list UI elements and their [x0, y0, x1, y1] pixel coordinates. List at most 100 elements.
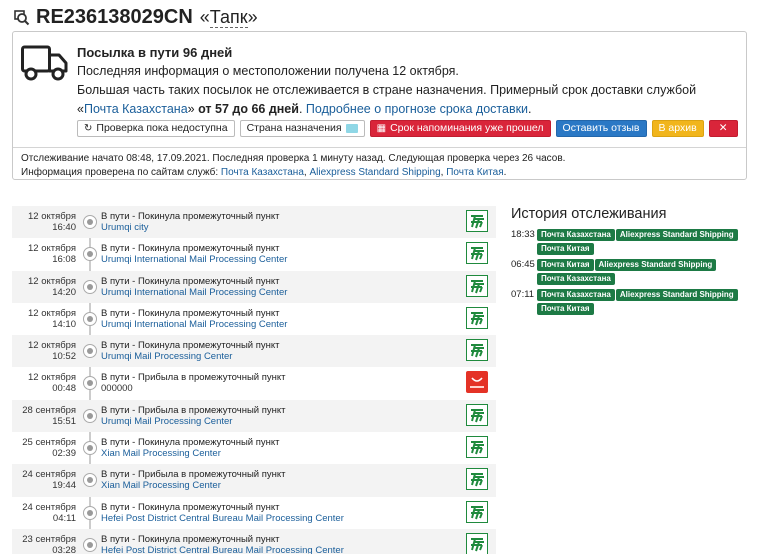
check-unavailable-button[interactable]: ↻ Проверка пока недоступна — [77, 120, 235, 137]
event-time: 04:11 — [52, 512, 76, 524]
timeline-node — [83, 376, 97, 391]
parcel-label[interactable]: «Тапк» — [200, 6, 258, 28]
event-date: 12 октября — [27, 340, 76, 352]
divider — [13, 147, 746, 148]
timeline-node — [83, 247, 97, 262]
event-description: В пути - Покинула промежуточный пункт Uru… — [101, 211, 461, 233]
event-location[interactable]: Hefei Post District Central Bureau Mail … — [101, 513, 461, 524]
event-location[interactable]: Xian Mail Processing Center — [101, 480, 461, 491]
event-description: В пути - Покинула промежуточный пункт Uru… — [101, 276, 461, 298]
event-row: 12 октября 16:08 В пути - Покинула промежу… — [12, 238, 496, 270]
event-status: В пути - Прибыла в промежуточный пункт — [101, 372, 286, 384]
event-row: 12 октября 16:40 В пути - Покинула промежу… — [12, 206, 496, 239]
event-row: 24 сентября 19:44 В пути - Прибыла в проме… — [12, 464, 496, 497]
china-post-icon — [466, 306, 488, 329]
event-date: 25 сентября — [22, 437, 76, 449]
event-location[interactable]: Urumqi International Mail Processing Cen… — [101, 319, 461, 330]
event-status: В пути - Покинула промежуточный пункт — [101, 437, 280, 449]
event-date: 12 октября — [27, 243, 76, 255]
event-description: В пути - Прибыла в промежуточный пункт Xi… — [101, 469, 461, 491]
event-status: В пути - Покинула промежуточный пункт — [101, 243, 280, 255]
history-row: 06:45 Почта Китая Aliexpress Standard Ship… — [511, 259, 751, 287]
event-datetime: 28 сентября 15:51 — [12, 405, 76, 427]
timeline-node — [83, 311, 97, 326]
event-location[interactable]: Hefei Post District Central Bureau Mail … — [101, 545, 461, 554]
event-row: 12 октября 14:20 В пути - Покинула промежу… — [12, 270, 496, 303]
service-tag: Почта Казахстана — [537, 273, 615, 285]
event-location[interactable]: Urumqi International Mail Processing Cen… — [101, 287, 461, 298]
event-location[interactable]: Urumqi Mail Processing Center — [101, 351, 461, 362]
status-info: Посылка в пути 96 дней Последняя информа… — [77, 43, 737, 119]
page-header: RE236138029CN «Тапк» — [12, 5, 258, 29]
service-link-chinapost[interactable]: Почта Китая — [446, 167, 503, 178]
event-datetime: 25 сентября 02:39 — [12, 437, 76, 459]
refresh-icon: ↻ — [84, 123, 93, 134]
event-datetime: 12 октября 16:40 — [12, 211, 76, 233]
event-datetime: 24 сентября 19:44 — [12, 469, 76, 491]
service-tag: Почта Китая — [537, 259, 594, 271]
service-tag: Почта Казахстана — [537, 289, 615, 301]
event-description: В пути - Покинула промежуточный пункт Uru… — [101, 340, 461, 362]
last-info-text: Последняя информация о местоположении по… — [77, 64, 459, 78]
event-status: В пути - Покинула промежуточный пункт — [101, 340, 280, 352]
history-time: 07:11 — [511, 289, 535, 300]
archive-button[interactable]: В архив — [651, 120, 704, 137]
event-location[interactable]: Urumqi city — [101, 222, 461, 233]
china-post-icon — [466, 500, 488, 523]
event-location[interactable]: Urumqi Mail Processing Center — [101, 416, 461, 427]
event-date: 12 октября — [27, 211, 76, 222]
destination-country-button[interactable]: Страна назначения — [239, 120, 365, 137]
event-location[interactable]: Xian Mail Processing Center — [101, 448, 461, 459]
service-link-kazpost[interactable]: Почта Казахстана — [84, 102, 188, 116]
event-time: 10:52 — [52, 351, 76, 363]
calendar-icon: ▦ — [376, 123, 387, 134]
event-datetime: 12 октября 14:10 — [12, 308, 76, 330]
service-tag: Почта Китая — [537, 303, 594, 315]
event-date: 24 сентября — [22, 501, 76, 513]
service-tag: Aliexpress Standard Shipping — [615, 229, 738, 241]
history-time: 18:33 — [511, 229, 535, 240]
action-buttons: ↻ Проверка пока недоступна Страна назначе… — [77, 120, 738, 137]
timeline-node — [83, 344, 97, 359]
event-description: В пути - Покинула промежуточный пункт Uru… — [101, 308, 461, 330]
leave-review-button[interactable]: Оставить отзыв — [555, 120, 647, 137]
event-location[interactable]: Urumqi International Mail Processing Cen… — [101, 254, 461, 265]
event-datetime: 12 октября 14:20 — [12, 276, 76, 298]
event-datetime: 23 сентября 03:28 — [12, 534, 76, 554]
parcel-label-name[interactable]: Тапк — [209, 6, 248, 28]
tracking-meta: Отслеживание начато 08:48, 17.09.2021. П… — [21, 153, 566, 178]
delete-button[interactable]: ✕ — [708, 120, 738, 137]
history-time: 06:45 — [511, 259, 535, 270]
service-link-aliexpress[interactable]: Aliexpress Standard Shipping — [309, 167, 440, 178]
event-date: 28 сентября — [22, 404, 76, 416]
china-post-icon — [466, 339, 488, 362]
service-link-kazpost[interactable]: Почта Казахстана — [221, 167, 304, 178]
event-time: 16:40 — [52, 222, 76, 233]
event-time: 00:48 — [52, 383, 76, 395]
service-tag: Aliexpress Standard Shipping — [615, 289, 738, 301]
china-post-icon — [466, 403, 488, 426]
event-date: 12 октября — [27, 372, 76, 384]
event-status: В пути - Прибыла в промежуточный пункт — [101, 404, 286, 416]
service-tag: Aliexpress Standard Shipping — [594, 259, 717, 271]
history-row: 07:11 Почта Казахстана Aliexpress Standard… — [511, 289, 751, 317]
reminder-button[interactable]: ▦ Срок напоминания уже прошел — [369, 120, 551, 137]
event-datetime: 12 октября 16:08 — [12, 243, 76, 265]
event-row: 12 октября 10:52 В пути - Покинула промежу… — [12, 335, 496, 368]
event-date: 12 октября — [27, 275, 76, 287]
history-row: 18:33 Почта Казахстана Aliexpress Standard… — [511, 229, 751, 257]
event-status: В пути - Покинула промежуточный пункт — [101, 533, 280, 545]
event-time: 14:10 — [52, 318, 76, 330]
timeline-node — [83, 408, 97, 423]
tracking-number: RE236138029CN — [36, 5, 193, 28]
china-post-icon — [466, 210, 488, 232]
events-list: 12 октября 16:40 В пути - Покинула промежу… — [12, 206, 496, 554]
china-post-icon — [466, 532, 488, 554]
forecast-details-link[interactable]: Подробнее о прогнозе срока доставки — [306, 102, 528, 116]
event-time: 03:28 — [52, 544, 76, 554]
close-icon: ✕ — [718, 122, 728, 134]
timeline-node — [83, 505, 97, 520]
service-tag: Почта Казахстана — [537, 229, 615, 241]
event-datetime: 12 октября 00:48 — [12, 372, 76, 394]
event-date: 23 сентября — [22, 533, 76, 545]
